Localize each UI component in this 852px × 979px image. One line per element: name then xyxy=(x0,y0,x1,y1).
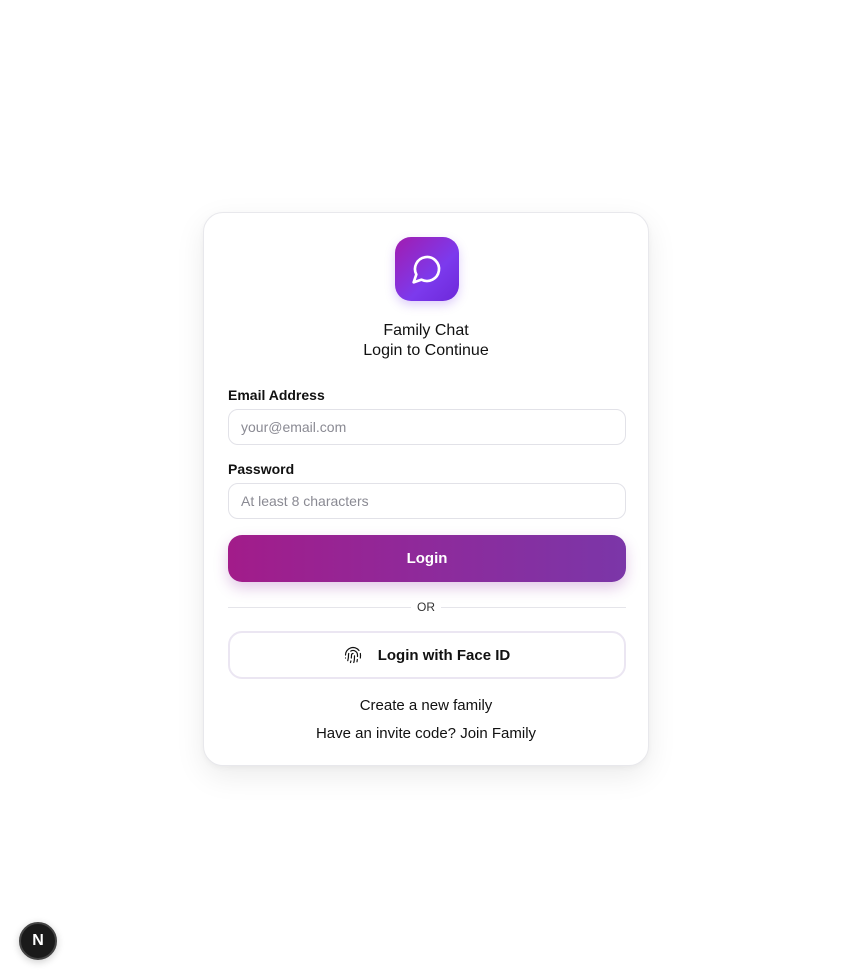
email-field[interactable] xyxy=(228,409,626,445)
faceid-label: Login with Face ID xyxy=(377,646,511,664)
or-label: OR xyxy=(411,600,441,614)
app-logo xyxy=(395,237,459,301)
login-card: Family Chat Login to Continue Email Addr… xyxy=(203,212,649,766)
fingerprint-icon xyxy=(344,646,361,664)
or-separator: OR xyxy=(204,600,648,614)
app-title: Family Chat xyxy=(383,322,469,339)
page-subtitle: Login to Continue xyxy=(363,342,489,359)
nextjs-dev-badge[interactable]: N xyxy=(19,922,57,960)
password-field[interactable] xyxy=(228,483,626,519)
nextjs-logo-icon: N xyxy=(32,932,44,949)
create-family-link[interactable]: Create a new family xyxy=(204,697,648,714)
faceid-login-button[interactable]: Login with Face ID xyxy=(228,631,626,679)
chat-bubble-icon xyxy=(412,255,441,284)
login-button[interactable]: Login xyxy=(228,535,626,582)
email-label: Email Address xyxy=(228,387,325,403)
password-label: Password xyxy=(228,461,295,477)
join-family-link[interactable]: Have an invite code? Join Family xyxy=(204,725,648,742)
